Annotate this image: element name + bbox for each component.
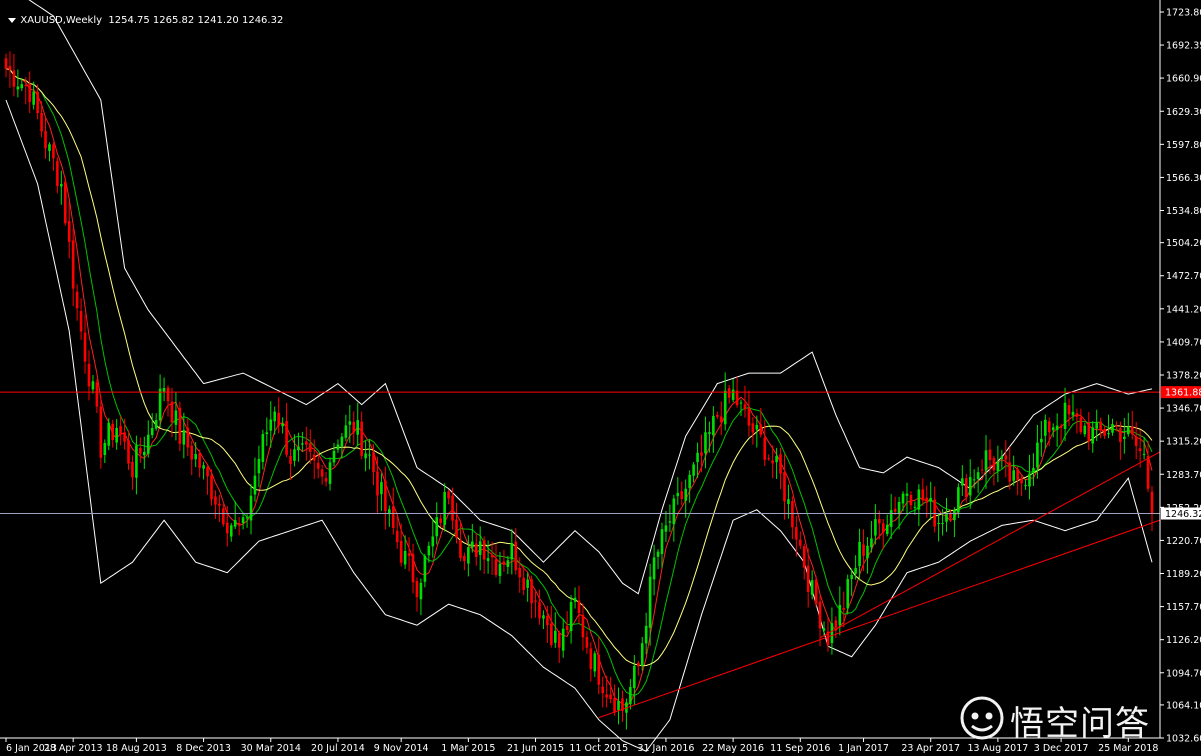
y-tick-label: 1094.70 <box>1166 668 1201 679</box>
x-tick-label: 9 Nov 2014 <box>374 743 429 754</box>
x-tick-label: 1 Mar 2015 <box>441 743 495 754</box>
y-tick-label: 1346.70 <box>1166 404 1201 415</box>
ohlc-values: 1254.75 1265.82 1241.20 1246.32 <box>108 15 284 26</box>
y-tick-label: 1534.80 <box>1166 206 1201 217</box>
x-tick-label: 8 Dec 2013 <box>176 743 231 754</box>
x-tick-label: 28 Apr 2013 <box>44 743 103 754</box>
y-tick-label: 1597.80 <box>1166 140 1201 151</box>
y-tick-label: 1189.20 <box>1166 569 1201 580</box>
x-tick-label: 18 Aug 2013 <box>106 743 167 754</box>
y-tick-label: 1692.35 <box>1166 41 1201 52</box>
price-chart[interactable]: 1723.80 1692.35 1660.90 1629.30 1597.80 1566.… <box>0 0 1201 756</box>
y-tick-label: 1378.20 <box>1166 371 1201 382</box>
symbol-label: XAUUSD,Weekly <box>20 15 103 26</box>
y-tick-label: 1629.30 <box>1166 107 1201 118</box>
x-tick-label: 11 Sep 2016 <box>770 743 830 754</box>
y-tick-label: 1220.70 <box>1166 536 1201 547</box>
resistance-price-label: 1361.88 <box>1165 388 1201 399</box>
triangle-down-icon[interactable] <box>8 17 17 23</box>
y-tick-label: 1660.90 <box>1166 74 1201 85</box>
x-tick-label: 11 Oct 2015 <box>569 743 628 754</box>
candle <box>178 401 182 451</box>
x-tick-label: 23 Apr 2017 <box>901 743 960 754</box>
x-tick-label: 21 Jun 2015 <box>507 743 564 754</box>
x-tick-label: 31 Jan 2016 <box>637 743 694 754</box>
chart-background <box>0 0 1201 756</box>
current-price-label: 1246.32 <box>1165 509 1201 520</box>
y-tick-label: 1315.20 <box>1166 437 1201 448</box>
y-tick-label: 1566.30 <box>1166 173 1201 184</box>
chart-header: XAUUSD,Weekly 1254.75 1265.82 1241.20 12… <box>2 4 283 26</box>
y-tick-label: 1126.20 <box>1166 635 1201 646</box>
y-tick-label: 1472.70 <box>1166 271 1201 282</box>
candle <box>107 418 111 451</box>
x-tick-label: 1 Jan 2017 <box>838 743 889 754</box>
candle <box>63 176 67 226</box>
x-tick-label: 30 Mar 2014 <box>241 743 301 754</box>
y-tick-label: 1283.70 <box>1166 470 1201 481</box>
x-tick-label: 22 May 2016 <box>702 743 764 754</box>
x-tick-label: 20 Jul 2014 <box>311 743 365 754</box>
watermark-text: 悟空问答 <box>1010 704 1150 744</box>
y-tick-label: 1441.20 <box>1166 304 1201 315</box>
y-tick-label: 1157.70 <box>1166 602 1201 613</box>
y-tick-label: 1723.80 <box>1166 8 1201 19</box>
candle <box>814 575 818 607</box>
y-tick-label: 1504.20 <box>1166 238 1201 249</box>
y-tick-label: 1409.70 <box>1166 337 1201 348</box>
